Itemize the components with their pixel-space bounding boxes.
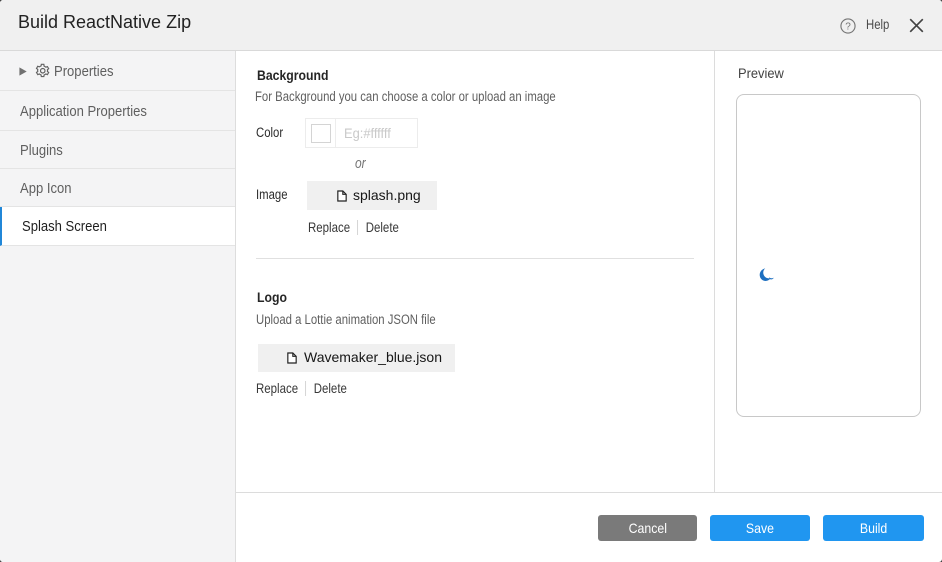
svg-text:?: ?	[845, 21, 851, 32]
